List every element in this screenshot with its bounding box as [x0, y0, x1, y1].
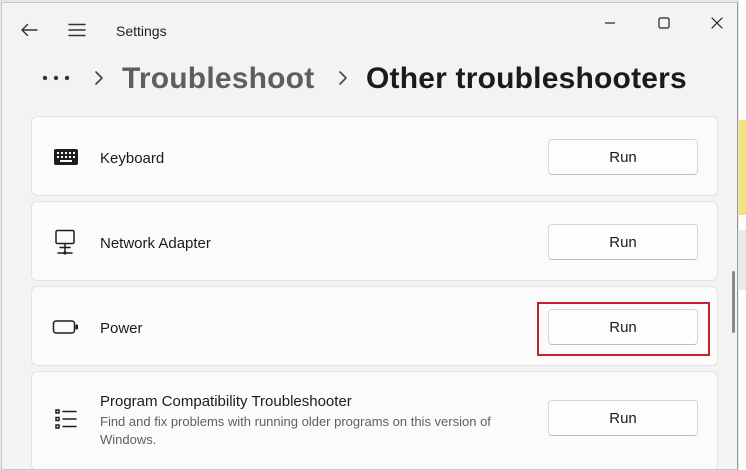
app-title: Settings	[116, 23, 167, 39]
chevron-right-icon	[95, 71, 103, 85]
navigation-menu-button[interactable]	[62, 13, 92, 47]
maximize-icon	[658, 17, 670, 29]
settings-window: Settings Troubleshoot Other troubleshoot…	[1, 2, 738, 470]
list-icon	[52, 405, 80, 433]
troubleshooter-card-program-compatibility: Program Compatibility Troubleshooter Fin…	[31, 371, 718, 469]
more-dots-icon	[42, 75, 70, 81]
close-icon	[711, 17, 723, 29]
troubleshooter-title: Keyboard	[100, 150, 165, 167]
highlight-annotation	[537, 302, 710, 356]
breadcrumb-parent-link[interactable]: Troubleshoot	[122, 60, 314, 98]
background-strip	[739, 0, 746, 470]
run-keyboard-button[interactable]: Run	[548, 139, 698, 175]
breadcrumb-more-button[interactable]	[38, 58, 74, 98]
maximize-button[interactable]	[644, 9, 684, 37]
troubleshooter-title: Network Adapter	[100, 235, 211, 252]
title-bar: Settings	[2, 3, 737, 58]
minimize-icon	[605, 22, 615, 24]
back-button[interactable]	[14, 13, 44, 47]
back-arrow-icon	[21, 23, 38, 37]
minimize-button[interactable]	[590, 9, 630, 37]
scrollbar[interactable]	[730, 113, 737, 469]
keyboard-icon	[52, 143, 80, 171]
network-adapter-icon	[52, 228, 80, 256]
scrollbar-thumb[interactable]	[732, 271, 735, 333]
run-network-adapter-button[interactable]: Run	[548, 224, 698, 260]
chevron-right-icon	[339, 71, 347, 85]
run-program-compatibility-button[interactable]: Run	[548, 400, 698, 436]
background-window-fragment	[739, 120, 746, 215]
troubleshooter-card-network-adapter: Network Adapter Run	[31, 201, 718, 281]
close-button[interactable]	[697, 9, 737, 37]
hamburger-menu-icon	[68, 23, 86, 37]
troubleshooter-title: Program Compatibility Troubleshooter	[100, 393, 352, 410]
breadcrumb: Troubleshoot Other troubleshooters	[38, 58, 728, 108]
troubleshooter-card-keyboard: Keyboard Run	[31, 116, 718, 196]
battery-icon	[52, 313, 80, 341]
troubleshooter-title: Power	[100, 320, 143, 337]
background-window-fragment	[739, 230, 746, 290]
troubleshooter-description: Find and fix problems with running older…	[100, 414, 491, 447]
page-title: Other troubleshooters	[366, 62, 687, 95]
